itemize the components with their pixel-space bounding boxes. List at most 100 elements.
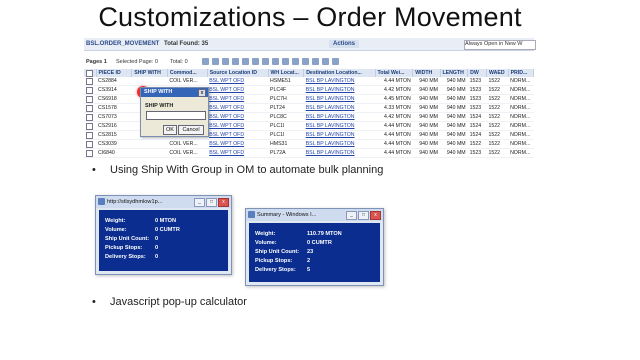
ship-with-input[interactable] [146,111,206,120]
table-cell: COIL VER... [167,139,208,149]
calculator-value: 110.79 MTON [307,231,342,237]
table-cell[interactable]: BSL BP LAVINGTON [303,139,375,149]
column-header[interactable]: DW [467,69,487,77]
maximize-icon[interactable]: □ [206,198,217,207]
calculator-label: Pickup Stops: [255,258,293,264]
calculator-label: Ship Unit Count: [105,236,150,242]
maximize-icon[interactable]: □ [358,211,369,220]
table-cell: 4.33 MTON [375,103,413,113]
table-cell[interactable]: BSL BP LAVINGTON [303,148,375,158]
table-cell: CS2815 [96,130,132,140]
column-header[interactable]: WAED [486,69,509,77]
table-cell: COIL VER... [167,148,208,158]
column-header[interactable]: PRID... [508,69,535,77]
table-cell[interactable]: BSL BP LAVINGTON [303,121,375,131]
calculator-value: 0 [155,245,159,251]
row-checkbox[interactable] [84,103,97,113]
table-row[interactable]: CI6840 COIL VER... BSL WPT OFD PL72A BSL BP … [84,148,534,158]
row-checkbox[interactable] [84,148,97,158]
calculator-body: Weight: 110.79 MTON Volume: 0 CUMTR Ship Uni… [249,223,380,282]
table-cell: 1523 [467,85,487,95]
window-titlebar: Summary - Windows I... _ □ x [246,209,383,221]
column-header[interactable]: SHIP WITH [131,69,168,77]
close-icon[interactable]: x [218,198,229,207]
table-cell: NORM... [508,121,534,131]
table-cell [131,139,168,149]
table-cell: 1523 [467,103,487,113]
table-cell[interactable]: BSL BP LAVINGTON [303,94,375,104]
toolbar-icon-8[interactable] [272,58,279,65]
table-cell: 4.44 MTON [375,139,413,149]
table-cell[interactable]: BSL WPT OFD [207,85,269,95]
toolbar-icon-14[interactable] [332,58,339,65]
column-header[interactable]: LENGTH [440,69,469,77]
row-checkbox[interactable] [84,94,97,104]
table-cell: CS2884 [96,77,132,86]
toolbar-icon-11[interactable] [302,58,309,65]
table-cell[interactable]: BSL WPT OFD [207,139,269,149]
column-header[interactable]: Commod... [167,69,208,77]
row-checkbox[interactable] [84,112,97,122]
table-cell[interactable]: BSL WPT OFD [207,94,269,104]
table-cell: 1522 [486,148,509,158]
table-cell[interactable]: BSL BP LAVINGTON [303,85,375,95]
total-found: Total Found: 35 [164,41,209,47]
row-checkbox[interactable] [84,130,97,140]
toolbar-icon-3[interactable] [222,58,229,65]
open-in-select[interactable]: Always Open in New W [464,40,536,50]
close-icon[interactable]: x [370,211,381,220]
toolbar-icon-13[interactable] [322,58,329,65]
toolbar-icon-10[interactable] [292,58,299,65]
table-cell[interactable]: BSL WPT OFD [207,77,269,86]
calculator-label: Ship Unit Count: [255,249,300,255]
toolbar-icon-12[interactable] [312,58,319,65]
table-cell: HSME51 [268,77,304,86]
toolbar-icon-6[interactable] [252,58,259,65]
row-checkbox[interactable] [84,77,97,86]
calculator-label: Pickup Stops: [105,245,143,251]
minimize-icon[interactable]: _ [346,211,357,220]
table-cell[interactable]: BSL BP LAVINGTON [303,130,375,140]
table-cell[interactable]: BSL BP LAVINGTON [303,103,375,113]
column-header[interactable]: WH Locat... [268,69,305,77]
toolbar-icon-5[interactable] [242,58,249,65]
toolbar-icon-4[interactable] [232,58,239,65]
table-cell[interactable]: BSL BP LAVINGTON [303,112,375,122]
minimize-icon[interactable]: _ [194,198,205,207]
table-cell[interactable]: BSL WPT OFD [207,112,269,122]
table-cell[interactable]: BSL WPT OFD [207,130,269,140]
table-cell[interactable]: BSL BP LAVINGTON [303,77,375,86]
toolbar-icon-7[interactable] [262,58,269,65]
column-header[interactable]: WIDTH [412,69,441,77]
calculator-value: 0 CUMTR [155,227,180,233]
table-cell: 4.44 MTON [375,121,413,131]
toolbar-icon-1[interactable] [202,58,209,65]
row-checkbox[interactable] [84,139,97,149]
toolbar-icon-2[interactable] [212,58,219,65]
table-cell: 940 MM [412,130,441,140]
table-row[interactable]: CS3039 COIL VER... BSL WPT OFD HMS31 BSL BP … [84,139,534,149]
table-cell[interactable]: BSL WPT OFD [207,103,269,113]
column-header[interactable]: Destination Location... [303,69,376,77]
table-cell[interactable]: BSL WPT OFD [207,121,269,131]
table-header-row: PIECE ID SHIP WITH Commod... Source Locatio… [84,69,535,77]
column-header[interactable]: Total Wei... [375,69,414,77]
table-cell[interactable]: BSL WPT OFD [207,148,269,158]
close-icon[interactable]: x [198,89,206,97]
actions-menu[interactable]: Actions [329,40,360,48]
select-all-checkbox[interactable] [84,69,97,77]
toolbar-icon-9[interactable] [282,58,289,65]
column-header[interactable]: PIECE ID [96,69,133,77]
table-cell: COIL VER... [167,77,208,86]
table-cell: 1522 [486,94,509,104]
table-cell: 4.44 MTON [375,148,413,158]
cancel-button[interactable]: Cancel [178,125,204,135]
total-label: Total: 0 [170,59,188,65]
table-row[interactable]: CS2884 COIL VER... BSL WPT OFD HSME51 BSL BP… [84,77,534,86]
calculator-label: Delivery Stops: [255,267,296,273]
column-header[interactable]: Source Location ID [207,69,269,77]
row-checkbox[interactable] [84,121,97,131]
table-cell: 1524 [467,121,487,131]
row-checkbox[interactable] [84,85,97,95]
ok-button[interactable]: OK [163,125,177,135]
